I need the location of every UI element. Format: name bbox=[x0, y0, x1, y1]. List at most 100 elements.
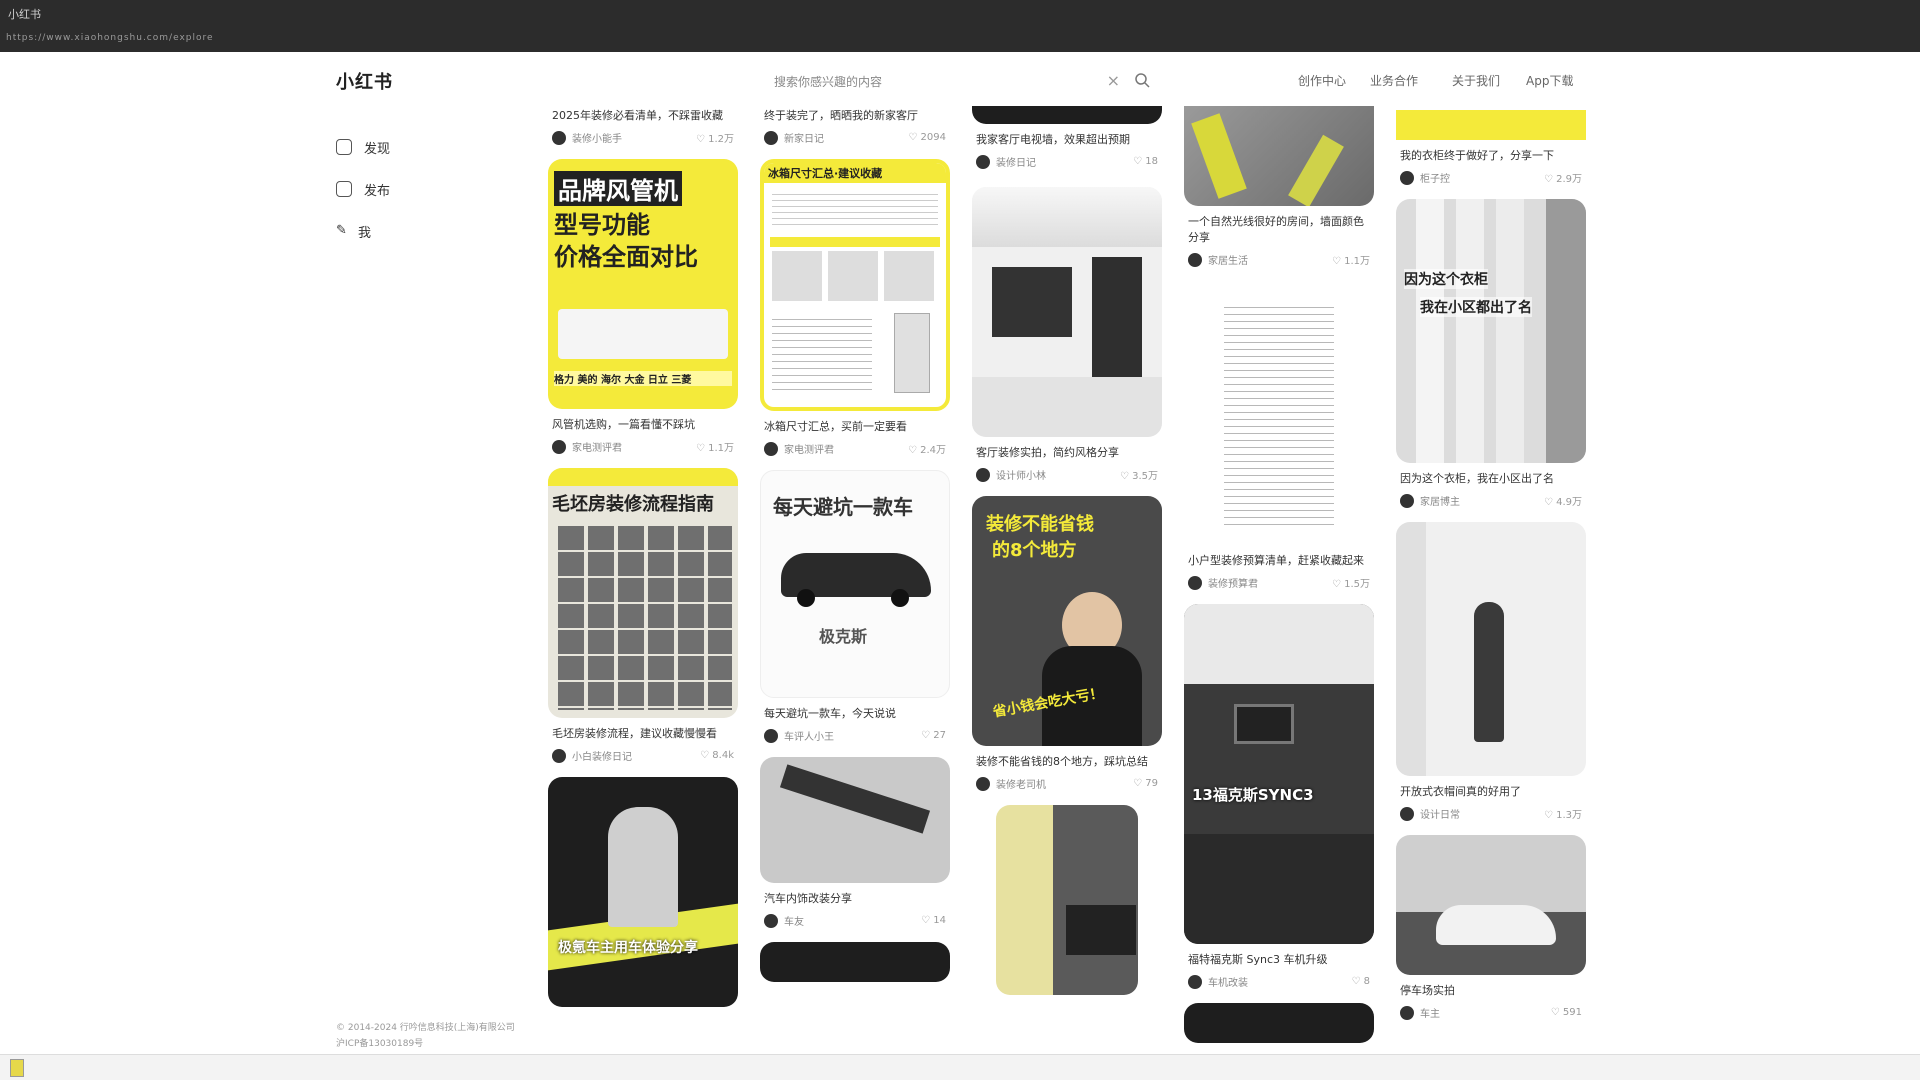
note-card[interactable]: 2025年装修必看清单，不踩雷收藏 装修小能手 ♡ 1.2万 bbox=[548, 108, 738, 145]
note-card[interactable]: 汽车内饰改装分享 车友 ♡ 14 bbox=[760, 757, 950, 928]
tab-title[interactable]: 小红书 bbox=[8, 6, 41, 22]
note-title[interactable]: 停车场实拍 bbox=[1396, 983, 1586, 999]
like-count[interactable]: ♡ 1.2万 bbox=[696, 130, 734, 145]
note-cover[interactable] bbox=[972, 187, 1162, 437]
note-cover[interactable] bbox=[760, 757, 950, 883]
note-card[interactable]: 我家客厅电视墙，效果超出预期 装修日记 ♡ 18 bbox=[972, 106, 1162, 169]
note-card[interactable]: 冰箱尺寸汇总·建议收藏 冰箱尺寸汇总，买前一定要看 家电测评君 ♡ 2.4万 bbox=[760, 159, 950, 456]
note-title[interactable]: 小户型装修预算清单，赶紧收藏起来 bbox=[1184, 553, 1374, 569]
like-count[interactable]: ♡ 1.1万 bbox=[696, 439, 734, 454]
note-title[interactable]: 因为这个衣柜，我在小区出了名 bbox=[1396, 471, 1586, 487]
like-count[interactable]: ♡ 591 bbox=[1551, 1007, 1582, 1018]
note-title[interactable]: 我家客厅电视墙，效果超出预期 bbox=[972, 132, 1162, 148]
avatar[interactable] bbox=[764, 130, 778, 145]
note-card[interactable]: 停车场实拍 车主 ♡ 591 bbox=[1396, 835, 1586, 1020]
note-card[interactable]: 每天避坑一款车 极克斯 每天避坑一款车，今天说说 车评人小王 ♡ 27 bbox=[760, 470, 950, 743]
like-count[interactable]: ♡ 79 bbox=[1133, 778, 1158, 789]
note-card[interactable]: 极氪车主用车体验分享 bbox=[548, 777, 738, 1007]
note-card[interactable] bbox=[1184, 1003, 1374, 1043]
note-cover[interactable] bbox=[996, 805, 1138, 995]
like-count[interactable]: ♡ 3.5万 bbox=[1120, 467, 1158, 482]
like-count[interactable]: ♡ 27 bbox=[921, 730, 946, 741]
note-card[interactable]: 因为这个衣柜 我在小区都出了名 因为这个衣柜，我在小区出了名 家居博主 ♡ 4.9… bbox=[1396, 199, 1586, 508]
like-count[interactable]: ♡ 2.4万 bbox=[908, 441, 946, 456]
like-count[interactable]: ♡ 2094 bbox=[908, 132, 946, 143]
avatar[interactable] bbox=[1400, 806, 1414, 821]
note-author[interactable]: 柜子控 bbox=[1420, 170, 1450, 185]
note-author[interactable]: 家电测评君 bbox=[784, 441, 834, 456]
note-title[interactable]: 客厅装修实拍，简约风格分享 bbox=[972, 445, 1162, 461]
note-card[interactable]: 装修不能省钱 的8个地方 省小钱会吃大亏！ 装修不能省钱的8个地方，踩坑总结 装… bbox=[972, 496, 1162, 791]
like-count[interactable]: ♡ 4.9万 bbox=[1544, 493, 1582, 508]
note-cover[interactable] bbox=[1184, 106, 1374, 206]
note-author[interactable]: 家居博主 bbox=[1420, 493, 1460, 508]
avatar[interactable] bbox=[764, 913, 778, 928]
avatar[interactable] bbox=[1188, 252, 1202, 267]
note-title[interactable]: 毛坯房装修流程，建议收藏慢慢看 bbox=[548, 726, 738, 742]
note-cover[interactable] bbox=[760, 942, 950, 982]
sidebar-item-me[interactable]: ✎ 我 bbox=[336, 210, 516, 252]
avatar[interactable] bbox=[1400, 170, 1414, 185]
note-card[interactable]: 客厅装修实拍，简约风格分享 设计师小林 ♡ 3.5万 bbox=[972, 187, 1162, 482]
like-count[interactable]: ♡ 1.3万 bbox=[1544, 806, 1582, 821]
note-cover[interactable] bbox=[1184, 1003, 1374, 1043]
search-icon[interactable] bbox=[1134, 72, 1150, 88]
site-logo[interactable]: 小红书 bbox=[336, 68, 393, 94]
document-icon[interactable] bbox=[10, 1059, 24, 1077]
note-author[interactable]: 车友 bbox=[784, 913, 804, 928]
note-author[interactable]: 车机改装 bbox=[1208, 974, 1248, 989]
note-title[interactable]: 开放式衣帽间真的好用了 bbox=[1396, 784, 1586, 800]
like-count[interactable]: ♡ 14 bbox=[921, 915, 946, 926]
note-cover[interactable] bbox=[1396, 522, 1586, 776]
search-bar[interactable]: 搜索你感兴趣的内容 × bbox=[760, 66, 1160, 96]
note-author[interactable]: 装修日记 bbox=[996, 154, 1036, 169]
note-card[interactable]: 小户型装修预算清单，赶紧收藏起来 装修预算君 ♡ 1.5万 bbox=[1184, 281, 1374, 590]
note-cover[interactable]: 冰箱尺寸汇总·建议收藏 bbox=[760, 159, 950, 411]
note-card[interactable]: 毛坯房装修流程指南 毛坯房装修流程，建议收藏慢慢看 小白装修日记 ♡ 8.4k bbox=[548, 468, 738, 763]
note-author[interactable]: 设计日常 bbox=[1420, 806, 1460, 821]
avatar[interactable] bbox=[764, 728, 778, 743]
note-title[interactable]: 汽车内饰改装分享 bbox=[760, 891, 950, 907]
like-count[interactable]: ♡ 1.5万 bbox=[1332, 575, 1370, 590]
avatar[interactable] bbox=[552, 439, 566, 454]
like-count[interactable]: ♡ 1.1万 bbox=[1332, 252, 1370, 267]
note-author[interactable]: 家居生活 bbox=[1208, 252, 1248, 267]
note-cover[interactable] bbox=[1396, 835, 1586, 975]
note-cover[interactable]: 每天避坑一款车 极克斯 bbox=[760, 470, 950, 698]
nav-app-download[interactable]: App下载 bbox=[1526, 72, 1573, 89]
note-cover[interactable] bbox=[972, 106, 1162, 124]
footer-icp[interactable]: 沪ICP备13030189号 bbox=[336, 1036, 515, 1052]
note-cover[interactable] bbox=[1184, 281, 1374, 545]
like-count[interactable]: ♡ 8.4k bbox=[700, 750, 734, 761]
avatar[interactable] bbox=[552, 748, 566, 763]
nav-business[interactable]: 业务合作 bbox=[1370, 72, 1418, 89]
note-cover[interactable]: 极氪车主用车体验分享 bbox=[548, 777, 738, 1007]
note-author[interactable]: 家电测评君 bbox=[572, 439, 622, 454]
search-input[interactable]: 搜索你感兴趣的内容 bbox=[774, 73, 882, 90]
sidebar-item-publish[interactable]: 发布 bbox=[336, 168, 516, 210]
note-card[interactable]: 我的衣柜终于做好了，分享一下 柜子控 ♡ 2.9万 bbox=[1396, 110, 1586, 185]
note-cover[interactable]: 因为这个衣柜 我在小区都出了名 bbox=[1396, 199, 1586, 463]
note-card[interactable]: 13福克斯SYNC3 福特福克斯 Sync3 车机升级 车机改装 ♡ 8 bbox=[1184, 604, 1374, 989]
note-card[interactable]: 终于装完了，晒晒我的新家客厅 新家日记 ♡ 2094 bbox=[760, 108, 950, 145]
avatar[interactable] bbox=[1400, 1005, 1414, 1020]
sidebar-item-discover[interactable]: 发现 bbox=[336, 126, 516, 168]
note-author[interactable]: 装修预算君 bbox=[1208, 575, 1258, 590]
note-title[interactable]: 2025年装修必看清单，不踩雷收藏 bbox=[548, 108, 738, 124]
avatar[interactable] bbox=[1188, 974, 1202, 989]
note-author[interactable]: 新家日记 bbox=[784, 130, 824, 145]
avatar[interactable] bbox=[764, 441, 778, 456]
address-bar[interactable]: https://www.xiaohongshu.com/explore bbox=[0, 33, 1920, 47]
note-title[interactable]: 风管机选购，一篇看懂不踩坑 bbox=[548, 417, 738, 433]
avatar[interactable] bbox=[976, 776, 990, 791]
like-count[interactable]: ♡ 18 bbox=[1133, 156, 1158, 167]
note-title[interactable]: 福特福克斯 Sync3 车机升级 bbox=[1184, 952, 1374, 968]
note-author[interactable]: 装修老司机 bbox=[996, 776, 1046, 791]
avatar[interactable] bbox=[552, 130, 566, 145]
note-author[interactable]: 设计师小林 bbox=[996, 467, 1046, 482]
note-title[interactable]: 每天避坑一款车，今天说说 bbox=[760, 706, 950, 722]
avatar[interactable] bbox=[1400, 493, 1414, 508]
close-icon[interactable]: × bbox=[1107, 71, 1120, 90]
note-card[interactable]: 一个自然光线很好的房间，墙面颜色分享 家居生活 ♡ 1.1万 bbox=[1184, 106, 1374, 267]
note-card[interactable]: 品牌风管机 型号功能 价格全面对比 格力 美的 海尔 大金 日立 三菱 风管机选… bbox=[548, 159, 738, 454]
